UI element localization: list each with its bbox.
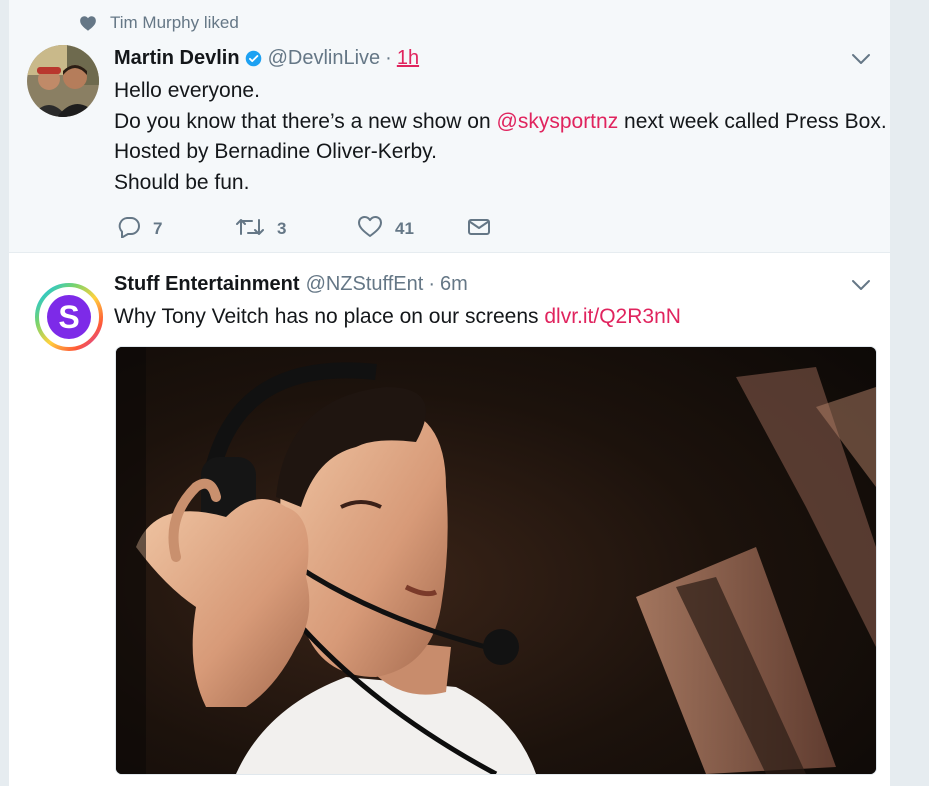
tweet-timestamp[interactable]: 6m (440, 273, 468, 296)
tweet-actions: 7 3 41 (117, 214, 491, 244)
tweet-line: Hosted by Bernadine Oliver-Kerby. (114, 140, 437, 163)
separator: · (428, 272, 435, 295)
retweet-icon (235, 216, 265, 243)
avatar-letter: S (58, 299, 79, 335)
author-name[interactable]: Martin Devlin (114, 47, 240, 70)
separator: · (385, 46, 392, 69)
tweet-line: Should be fun. (114, 170, 250, 194)
avatar[interactable] (27, 45, 99, 117)
text-segment: next week called Press Box. (618, 109, 887, 133)
chevron-down-icon[interactable] (850, 274, 872, 296)
heart-icon (79, 15, 97, 31)
verified-badge-icon (245, 50, 262, 67)
reply-icon (117, 216, 141, 243)
tweet-line: Why Tony Veitch has no place on our scre… (114, 302, 681, 333)
timeline-feed: Tim Murphy liked Martin Devlin @DevlinLi… (9, 0, 890, 786)
tweet-context: Tim Murphy liked (79, 12, 239, 34)
mention-link[interactable]: @skysportnz (497, 110, 619, 133)
retweet-button[interactable]: 3 (235, 216, 357, 243)
author-handle[interactable]: @DevlinLive (268, 47, 381, 70)
tweet-line: Hello everyone. (114, 79, 260, 102)
author-name[interactable]: Stuff Entertainment (114, 273, 300, 296)
chevron-down-icon[interactable] (850, 48, 872, 70)
envelope-icon (467, 217, 491, 242)
tweet-header: Stuff Entertainment @NZStuffEnt · 6m (114, 271, 468, 297)
tweet-text: Why Tony Veitch has no place on our scre… (114, 302, 681, 333)
photo-man-with-headset (116, 347, 876, 774)
avatar[interactable]: S (31, 279, 107, 355)
reply-button[interactable]: 7 (117, 216, 235, 243)
context-label[interactable]: Tim Murphy liked (110, 13, 239, 33)
text-segment: Do you know that there’s a new show on (114, 109, 497, 133)
like-count: 41 (395, 219, 414, 238)
reply-count: 7 (153, 219, 163, 238)
like-button[interactable]: 41 (357, 215, 467, 243)
tweet-martin-devlin[interactable]: Tim Murphy liked Martin Devlin @DevlinLi… (9, 0, 890, 253)
tweet-text: Hello everyone. Do you know that there’s… (114, 76, 887, 198)
tweet-media-photo[interactable] (115, 346, 877, 775)
tweet-header: Martin Devlin @DevlinLive · 1h (114, 45, 419, 71)
heart-outline-icon (357, 215, 383, 243)
tweet-stuff-entertainment[interactable]: S Stuff Entertainment @NZStuffEnt · 6m W… (9, 253, 890, 786)
retweet-count: 3 (277, 219, 287, 238)
tweet-line: Do you know that there’s a new show on @… (114, 107, 887, 138)
tweet-link[interactable]: dlvr.it/Q2R3nN (544, 305, 681, 328)
author-handle[interactable]: @NZStuffEnt (306, 273, 424, 296)
direct-message-button[interactable] (467, 217, 491, 242)
text-segment: Why Tony Veitch has no place on our scre… (114, 305, 545, 328)
tweet-timestamp[interactable]: 1h (397, 47, 419, 70)
